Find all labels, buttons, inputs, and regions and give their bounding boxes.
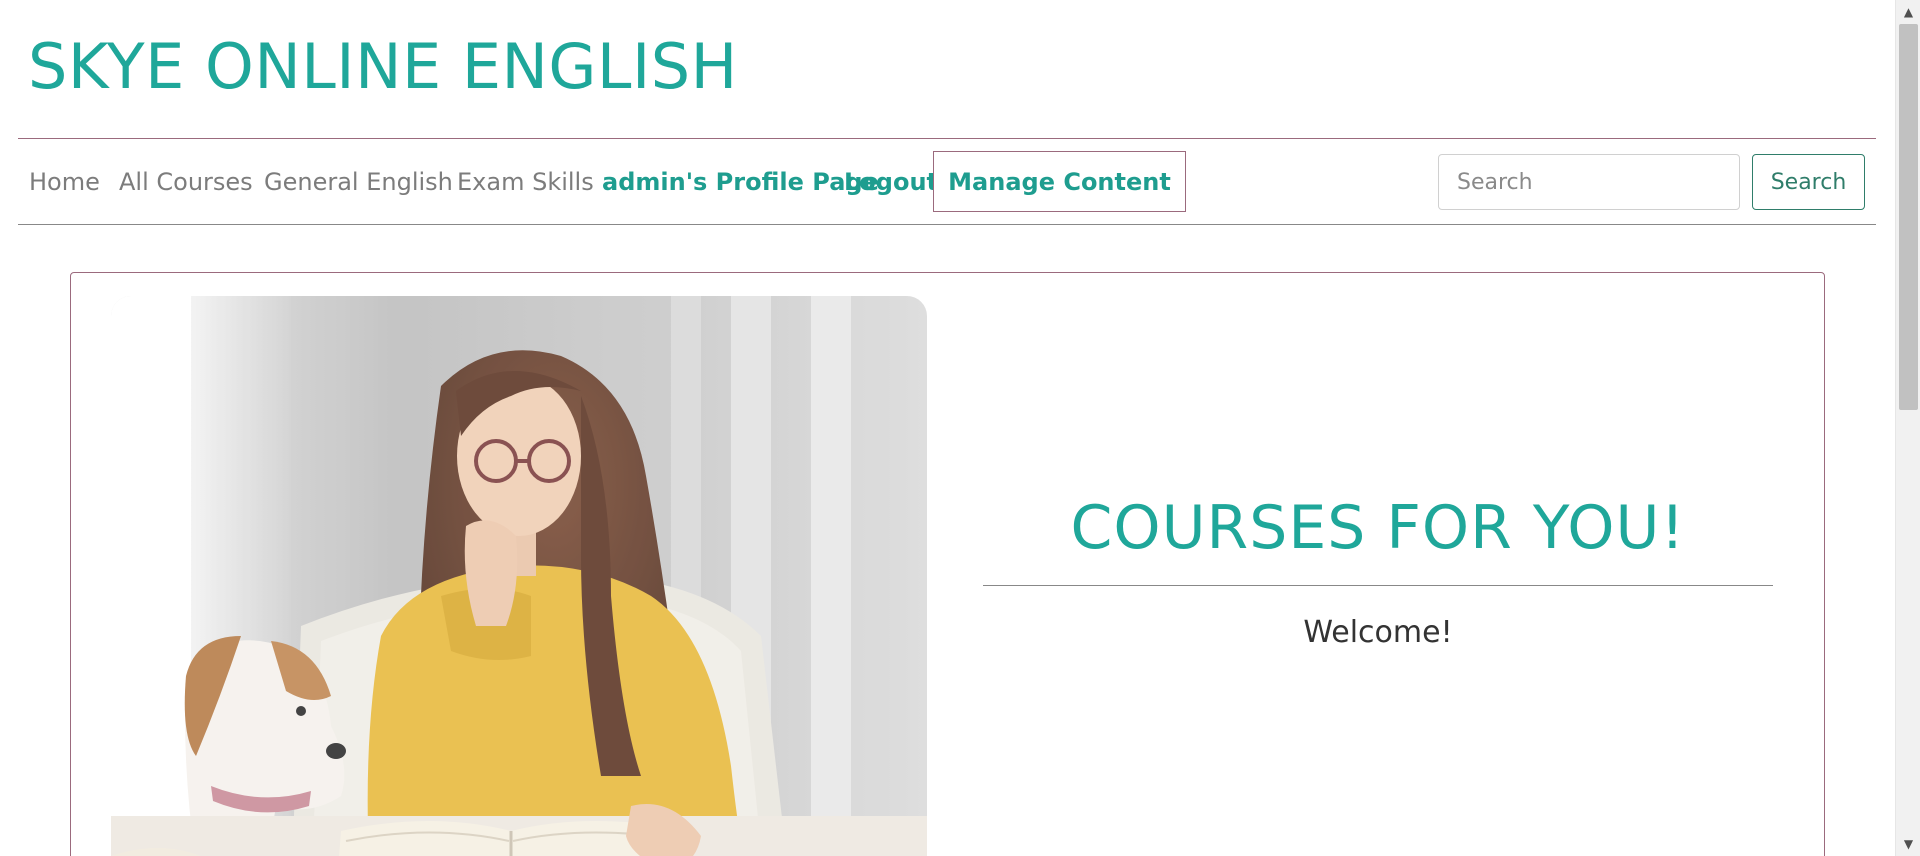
site-title[interactable]: SKYE ONLINE ENGLISH [28, 30, 738, 103]
nav-all-courses-link[interactable]: All Courses [119, 168, 253, 196]
hero-image [111, 296, 927, 856]
headline-divider [983, 585, 1773, 586]
hero-card: COURSES FOR YOU! Welcome! [70, 272, 1825, 856]
search-input[interactable] [1438, 154, 1740, 210]
scroll-up-arrow-icon[interactable]: ▲ [1896, 2, 1920, 22]
nav-profile-link[interactable]: admin's Profile Page [602, 168, 879, 196]
page: SKYE ONLINE ENGLISH Home All Courses Gen… [0, 0, 1895, 856]
nav-divider [18, 224, 1876, 225]
vertical-scrollbar[interactable]: ▲ ▼ [1895, 0, 1920, 856]
nav-general-english-link[interactable]: General English [264, 168, 453, 196]
scroll-down-arrow-icon[interactable]: ▼ [1896, 834, 1920, 854]
search-button[interactable]: Search [1752, 154, 1865, 210]
hero-headline: COURSES FOR YOU! [1070, 493, 1686, 563]
scrollbar-thumb[interactable] [1899, 24, 1918, 410]
manage-content-button[interactable]: Manage Content [933, 151, 1186, 212]
nav-exam-skills-link[interactable]: Exam Skills [457, 168, 594, 196]
nav-home-link[interactable]: Home [29, 168, 100, 196]
welcome-text: Welcome! [1303, 615, 1453, 650]
header-divider [18, 138, 1876, 139]
main-nav: Home All Courses General English Exam Sk… [18, 151, 1876, 212]
nav-logout-link[interactable]: Logout [844, 168, 938, 196]
